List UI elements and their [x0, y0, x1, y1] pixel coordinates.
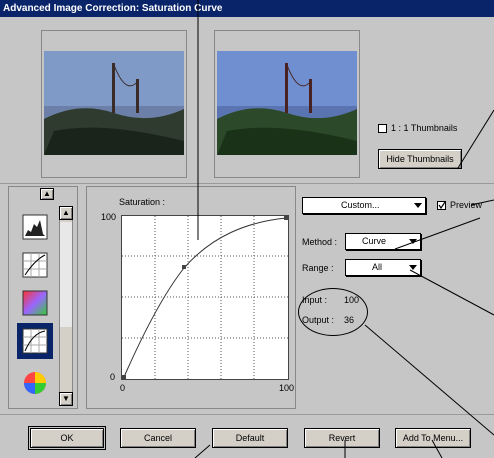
method-value: Curve — [362, 236, 387, 246]
add-to-menu-button[interactable]: Add To Menu... — [395, 428, 471, 448]
window-title: Advanced Image Correction: Saturation Cu… — [3, 3, 223, 14]
hide-thumbnails-button[interactable]: Hide Thumbnails — [378, 149, 462, 169]
saturation-curve-graph[interactable] — [121, 215, 289, 380]
scroll-down-button[interactable]: ▼ — [59, 392, 73, 406]
after-thumbnail-frame — [214, 30, 360, 178]
y-min-label: 0 — [110, 372, 116, 382]
sidebar-collapse-button[interactable]: ▲ — [40, 188, 54, 200]
graph-label: Saturation : — [119, 197, 166, 207]
revert-button[interactable]: Revert — [304, 428, 380, 448]
before-thumbnail-frame — [41, 30, 187, 178]
before-thumbnail-image — [44, 51, 184, 155]
divider — [0, 183, 494, 184]
default-button[interactable]: Default — [212, 428, 288, 448]
preset-dropdown[interactable]: Custom... — [302, 197, 426, 214]
one-to-one-thumbnails-label: 1 : 1 Thumbnails — [391, 123, 458, 133]
range-value: All — [372, 262, 383, 272]
one-to-one-thumbnails-checkbox[interactable] — [378, 124, 387, 133]
hue-wheel-icon[interactable] — [20, 368, 50, 398]
ok-button[interactable]: OK — [28, 426, 106, 450]
color-balance-icon[interactable] — [20, 288, 50, 318]
chevron-down-icon — [409, 265, 417, 270]
x-max-label: 100 — [279, 383, 295, 393]
range-label: Range : — [302, 263, 334, 273]
after-thumbnail-image — [217, 51, 357, 155]
preview-label: Preview — [450, 200, 483, 210]
scroll-thumb[interactable] — [60, 222, 72, 327]
range-dropdown[interactable]: All — [345, 259, 421, 276]
method-dropdown[interactable]: Curve — [345, 233, 421, 250]
annotation-ellipse — [298, 288, 368, 336]
x-min-label: 0 — [120, 383, 126, 393]
tone-curve-icon[interactable] — [20, 250, 50, 280]
scroll-up-button[interactable]: ▲ — [59, 206, 73, 220]
cancel-button[interactable]: Cancel — [120, 428, 196, 448]
method-label: Method : — [302, 237, 338, 247]
title-bar[interactable]: Advanced Image Correction: Saturation Cu… — [0, 0, 494, 17]
preset-value: Custom... — [341, 200, 380, 210]
chevron-down-icon — [414, 203, 422, 208]
preview-checkbox[interactable] — [437, 201, 446, 210]
chevron-down-icon — [409, 239, 417, 244]
y-max-label: 100 — [101, 212, 117, 222]
saturation-curve-icon[interactable] — [17, 323, 53, 359]
divider — [0, 414, 494, 415]
levels-icon[interactable] — [20, 212, 50, 242]
